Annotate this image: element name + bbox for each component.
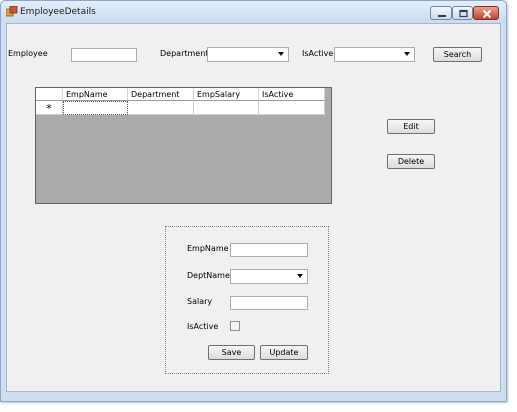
isactive-form-label: IsActive [187,322,219,331]
window-title: EmployeeDetails [20,7,96,17]
minimize-button[interactable] [430,6,452,20]
isactive-filter-select[interactable] [334,47,415,62]
chevron-down-icon [278,52,284,56]
maximize-button[interactable] [452,6,473,20]
chevron-down-icon [297,274,303,278]
column-header-isactive[interactable]: IsActive [259,88,325,101]
update-button[interactable]: Update [260,345,308,360]
department-label: Department [160,49,209,58]
isactive-label: IsActive [302,49,334,58]
new-row-cell-empname[interactable] [63,101,128,115]
empname-input[interactable] [230,243,308,257]
new-row-cell-department[interactable] [128,101,194,115]
column-header-department[interactable]: Department [128,88,194,101]
close-icon [482,9,492,19]
title-bar[interactable]: EmployeeDetails [1,1,506,23]
grid-corner-header [36,88,63,101]
client-area: Employee Department IsActive Search EmpN… [6,23,501,392]
app-icon [6,6,18,17]
salary-input[interactable] [230,296,308,310]
app-window: EmployeeDetails Employee Department IsAc… [0,0,507,402]
deptname-label: DeptName [187,271,230,280]
isactive-checkbox[interactable] [230,321,240,331]
employee-filter-input[interactable] [71,48,137,62]
employee-label: Employee [8,49,48,58]
minimize-icon [438,15,446,17]
maximize-icon [459,9,468,18]
save-button[interactable]: Save [208,345,255,360]
department-filter-select[interactable] [207,47,289,62]
search-button[interactable]: Search [433,47,482,62]
edit-button[interactable]: Edit [387,119,435,134]
new-row-cell-empsalary[interactable] [194,101,259,115]
empname-label: EmpName [187,244,229,253]
row-header-new[interactable]: * [36,101,63,115]
new-row-cell-isactive[interactable] [259,101,325,115]
delete-button[interactable]: Delete [387,154,435,169]
employee-grid[interactable]: EmpName Department EmpSalary IsActive * [35,87,332,204]
column-header-empname[interactable]: EmpName [63,88,128,101]
salary-label: Salary [187,297,213,306]
asterisk-icon: * [46,102,52,115]
deptname-select[interactable] [230,269,308,284]
close-button[interactable] [473,6,499,20]
column-header-empsalary[interactable]: EmpSalary [194,88,259,101]
chevron-down-icon [404,52,410,56]
